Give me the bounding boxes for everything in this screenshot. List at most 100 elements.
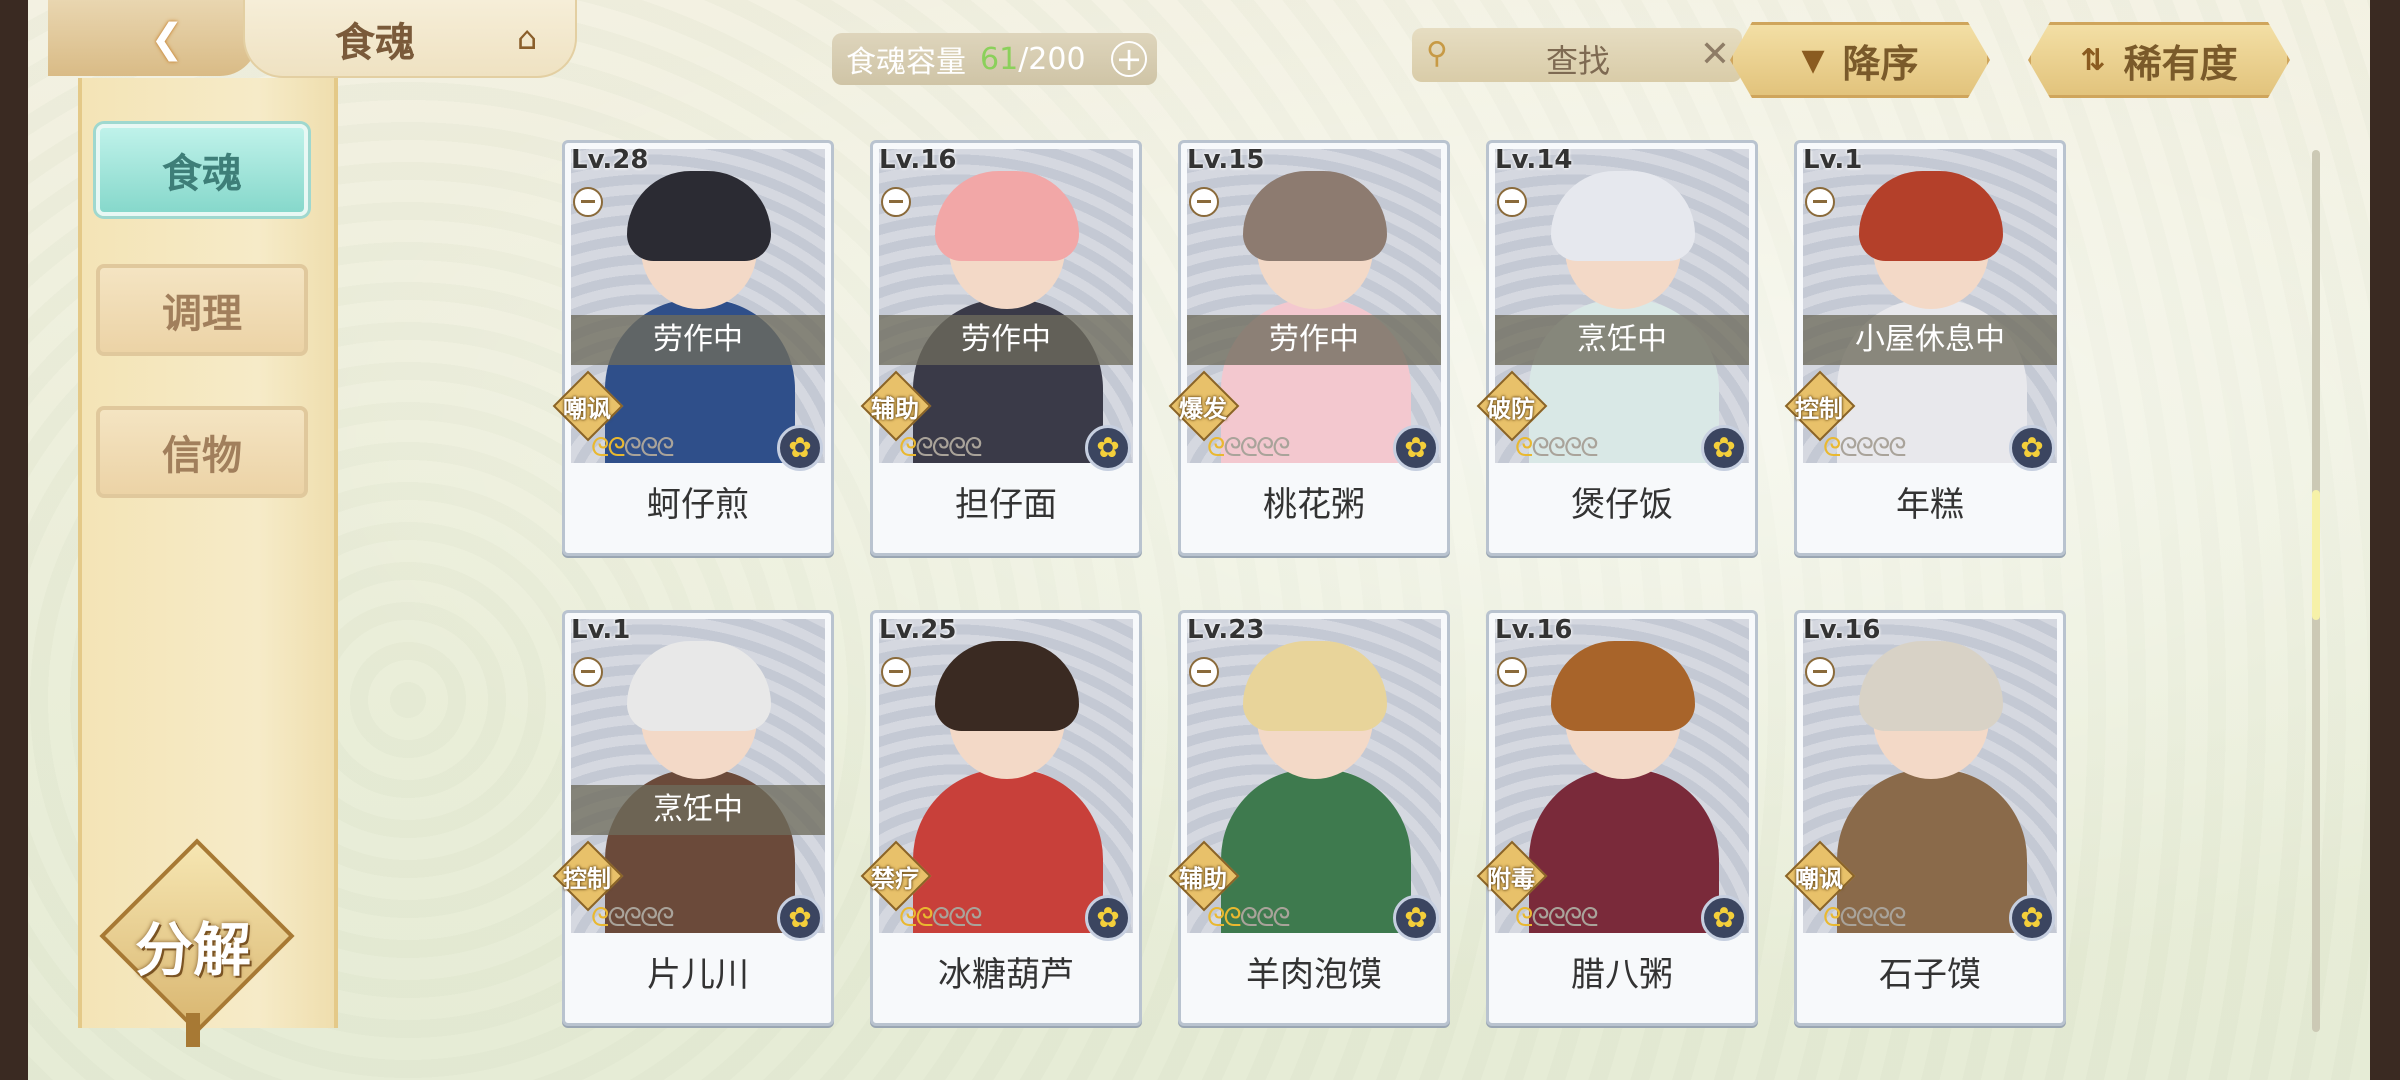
food-soul-card[interactable]: Lv.25 禁疗 ᘓᘓᘓᘓᘓ ✿ 冰糖葫芦	[860, 610, 1142, 1026]
star-icon: ᘓ	[1580, 903, 1598, 933]
capacity-bar: 食魂容量 61 /200 +	[832, 33, 1157, 85]
card-name: 腊八粥	[1571, 955, 1673, 995]
role-badge: 禁疗	[860, 840, 932, 912]
role-badge: 嘲讽	[1784, 840, 1856, 912]
food-soul-card[interactable]: Lv.16 劳作中 辅助 ᘓᘓᘓᘓᘓ ✿ 担仔面	[860, 140, 1142, 556]
role-label: 辅助	[1179, 865, 1227, 893]
role-badge: 破防	[1476, 370, 1548, 442]
flower-badge-icon: ✿	[1085, 425, 1131, 471]
flower-badge-icon: ✿	[2009, 895, 2055, 941]
star-icon: ᘓ	[1855, 433, 1874, 463]
card-level: Lv.16	[1803, 615, 1881, 645]
food-soul-card[interactable]: Lv.28 劳作中 嘲讽 ᘓᘓᘓᘓᘓ ✿ 蚵仔煎	[552, 140, 834, 556]
character-hair	[627, 641, 771, 731]
back-button[interactable]: ❮	[48, 0, 258, 76]
flower-badge-icon: ✿	[1393, 425, 1439, 471]
sidebar-item-food-souls[interactable]: 食魂	[96, 124, 308, 216]
star-icon: ᘓ	[915, 903, 933, 933]
role-badge: 嘲讽	[552, 370, 624, 442]
sidebar-item-tokens[interactable]: 信物	[96, 406, 308, 498]
star-icon: ᘓ	[1871, 903, 1890, 933]
star-icon: ᘓ	[591, 903, 609, 933]
role-label: 控制	[1795, 395, 1843, 423]
add-capacity-button[interactable]: +	[1111, 41, 1147, 77]
food-soul-card[interactable]: Lv.16 嘲讽 ᘓᘓᘓᘓᘓ ✿ 石子馍	[1784, 610, 2066, 1026]
character-hair	[1551, 171, 1695, 261]
star-rating: ᘓᘓᘓᘓᘓ	[1515, 903, 1599, 934]
minus-tag-icon	[1497, 657, 1527, 687]
search-label: 查找	[1546, 42, 1611, 80]
role-label: 辅助	[871, 395, 919, 423]
search-box[interactable]: ⚲ 查找 ✕	[1412, 28, 1742, 82]
star-rating: ᘓᘓᘓᘓᘓ	[1207, 903, 1291, 934]
star-icon: ᘓ	[899, 433, 917, 463]
capacity-label: 食魂容量	[846, 45, 966, 80]
decompose-button[interactable]: 分解	[98, 838, 295, 1047]
role-label: 破防	[1487, 395, 1535, 423]
card-status: 烹饪中	[571, 785, 825, 835]
star-rating: ᘓᘓᘓᘓᘓ	[591, 903, 675, 934]
sidebar-item-cooking[interactable]: 调理	[96, 264, 308, 356]
star-icon: ᘓ	[1272, 433, 1290, 463]
food-soul-card[interactable]: Lv.14 烹饪中 破防 ᘓᘓᘓᘓᘓ ✿ 煲仔饭	[1476, 140, 1758, 556]
back-arrow-icon: ❮	[150, 16, 184, 62]
star-icon: ᘓ	[1207, 903, 1225, 933]
role-label: 嘲讽	[563, 395, 611, 423]
role-label: 附毒	[1487, 865, 1535, 893]
role-badge: 爆发	[1168, 370, 1240, 442]
star-icon: ᘓ	[915, 433, 933, 463]
minus-tag-icon	[1189, 657, 1219, 687]
star-icon: ᘓ	[947, 903, 966, 933]
card-name: 石子馍	[1879, 955, 1981, 995]
flower-badge-icon: ✿	[1701, 895, 1747, 941]
character-hair	[1243, 171, 1387, 261]
star-icon: ᘓ	[1531, 433, 1549, 463]
star-icon: ᘓ	[1839, 433, 1857, 463]
sort-field-button[interactable]: ⇅ 稀有度	[2028, 22, 2290, 98]
food-soul-card[interactable]: Lv.1 小屋休息中 控制 ᘓᘓᘓᘓᘓ ✿ 年糕	[1784, 140, 2066, 556]
role-label: 控制	[563, 865, 611, 893]
role-badge: 附毒	[1476, 840, 1548, 912]
star-icon: ᘓ	[1823, 433, 1841, 463]
star-icon: ᘓ	[1223, 433, 1241, 463]
sort-field-label: 稀有度	[2123, 41, 2238, 86]
star-icon: ᘓ	[607, 903, 625, 933]
star-rating: ᘓᘓᘓᘓᘓ	[1515, 433, 1599, 464]
star-icon: ᘓ	[1255, 433, 1274, 463]
star-icon: ᘓ	[931, 903, 950, 933]
search-icon: ⚲	[1426, 36, 1448, 71]
role-badge: 辅助	[1168, 840, 1240, 912]
star-icon: ᘓ	[623, 433, 642, 463]
star-icon: ᘓ	[1823, 903, 1841, 933]
card-level: Lv.1	[571, 615, 631, 645]
food-soul-card[interactable]: Lv.15 劳作中 爆发 ᘓᘓᘓᘓᘓ ✿ 桃花粥	[1168, 140, 1450, 556]
star-icon: ᘓ	[591, 433, 609, 463]
food-soul-card[interactable]: Lv.16 附毒 ᘓᘓᘓᘓᘓ ✿ 腊八粥	[1476, 610, 1758, 1026]
minus-tag-icon	[1189, 187, 1219, 217]
sort-order-button[interactable]: ▼ 降序	[1730, 22, 1990, 98]
scrollbar-thumb[interactable]	[2312, 490, 2320, 620]
capacity-max: /200	[1018, 41, 1086, 77]
scrollbar[interactable]	[2312, 150, 2320, 1032]
food-soul-card[interactable]: Lv.1 烹饪中 控制 ᘓᘓᘓᘓᘓ ✿ 片儿川	[552, 610, 834, 1026]
clear-icon[interactable]: ✕	[1700, 34, 1730, 75]
character-hair	[1859, 641, 2003, 731]
card-name: 年糕	[1896, 485, 1964, 525]
card-name: 煲仔饭	[1571, 485, 1673, 525]
star-icon: ᘓ	[1272, 903, 1290, 933]
food-soul-card[interactable]: Lv.23 辅助 ᘓᘓᘓᘓᘓ ✿ 羊肉泡馍	[1168, 610, 1450, 1026]
star-icon: ᘓ	[1515, 433, 1533, 463]
star-rating: ᘓᘓᘓᘓᘓ	[591, 433, 675, 464]
card-level: Lv.16	[879, 145, 957, 175]
star-icon: ᘓ	[639, 903, 658, 933]
star-rating: ᘓᘓᘓᘓᘓ	[1207, 433, 1291, 464]
star-icon: ᘓ	[947, 433, 966, 463]
minus-tag-icon	[1497, 187, 1527, 217]
star-icon: ᘓ	[1223, 903, 1241, 933]
sort-order-label: 降序	[1842, 41, 1919, 86]
sidebar-item-label: 调理	[162, 291, 242, 337]
house-icon[interactable]: ⌂	[507, 18, 547, 58]
star-icon: ᘓ	[931, 433, 950, 463]
star-rating: ᘓᘓᘓᘓᘓ	[1823, 903, 1907, 934]
card-level: Lv.14	[1495, 145, 1573, 175]
